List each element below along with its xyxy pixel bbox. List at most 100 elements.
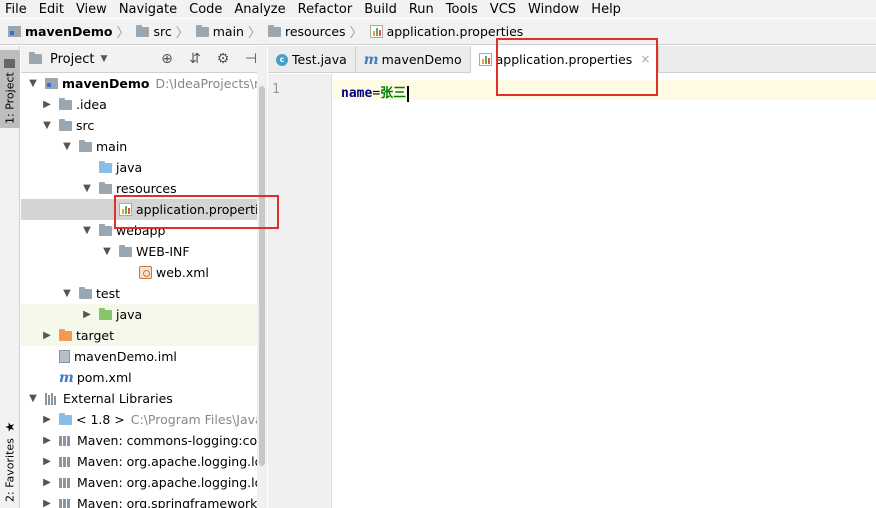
chevron-right-icon[interactable]: ▶: [41, 330, 53, 341]
folder-icon: [136, 24, 150, 37]
tree-node-mavendemo[interactable]: ▼ mavenDemo D:\IdeaProjects\mave: [21, 73, 266, 94]
tree-node-label: mavenDemo.iml: [74, 349, 177, 364]
breadcrumb-item-application-properties[interactable]: application.properties: [369, 24, 523, 39]
tree-node-label: java: [116, 160, 143, 175]
tree-node-maven-lib[interactable]: ▶ Maven: org.apache.logging.log4: [21, 472, 266, 493]
menu-vcs[interactable]: VCS: [490, 2, 516, 17]
resources-folder-icon: [267, 24, 281, 37]
breadcrumb-item-src[interactable]: src 〉: [136, 22, 193, 41]
tree-node-label: java: [116, 307, 143, 322]
tab-label: mavenDemo: [381, 52, 462, 67]
tree-node-path: D:\IdeaProjects\mave: [155, 76, 266, 91]
module-icon: [8, 26, 21, 37]
tree-node-maven-demo-iml[interactable]: ▶ mavenDemo.iml: [21, 346, 266, 367]
menu-navigate[interactable]: Navigate: [119, 2, 177, 17]
tree-node-label: mavenDemo: [62, 76, 150, 91]
chevron-right-icon: 〉: [175, 26, 189, 41]
project-tool-tab[interactable]: 1: Project: [0, 50, 20, 128]
collapse-all-icon[interactable]: ⇵: [187, 51, 203, 67]
tree-node-target[interactable]: ▶ target: [21, 325, 266, 346]
code-line[interactable]: name=张三: [341, 82, 410, 102]
favorites-tool-tab[interactable]: 2: Favorites ★: [0, 406, 20, 506]
chevron-down-icon[interactable]: ▼: [61, 141, 73, 152]
gear-icon[interactable]: ⚙: [215, 51, 231, 67]
chevron-down-icon[interactable]: ▼: [61, 288, 73, 299]
project-view-selector[interactable]: Project: [50, 52, 94, 67]
folder-icon: [59, 118, 72, 131]
chevron-down-icon[interactable]: ▼: [27, 78, 39, 89]
menu-build[interactable]: Build: [364, 2, 397, 17]
tree-node-src[interactable]: ▼ src: [21, 115, 266, 136]
chevron-down-icon[interactable]: ▼: [81, 183, 93, 194]
chevron-right-icon[interactable]: ▶: [41, 477, 53, 488]
tab-test-java[interactable]: c Test.java: [268, 46, 356, 73]
library-icon: [59, 456, 73, 467]
menu-view[interactable]: View: [76, 2, 107, 17]
tree-node-web-inf[interactable]: ▼ WEB-INF: [21, 241, 266, 262]
chevron-right-icon: 〉: [349, 26, 363, 41]
chevron-right-icon: 〉: [247, 26, 261, 41]
folder-icon: [79, 139, 92, 152]
chevron-right-icon[interactable]: ▶: [81, 309, 93, 320]
project-panel-scrollbar[interactable]: [257, 46, 267, 508]
tab-mavendemo[interactable]: m mavenDemo: [356, 46, 471, 73]
library-icon: [59, 477, 73, 488]
menu-edit[interactable]: Edit: [39, 2, 64, 17]
tree-node-maven-lib[interactable]: ▶ Maven: org.springframework:sp: [21, 493, 266, 508]
tree-node-label: target: [76, 328, 115, 343]
chevron-right-icon[interactable]: ▶: [41, 456, 53, 467]
breadcrumb-item-mavendemo[interactable]: mavenDemo 〉: [8, 22, 134, 41]
menu-bar: File Edit View Navigate Code Analyze Ref…: [0, 0, 876, 18]
tree-node-main-java[interactable]: ▶ java: [21, 157, 266, 178]
tree-node-label: .idea: [76, 97, 107, 112]
chevron-right-icon[interactable]: ▶: [41, 99, 53, 110]
menu-help[interactable]: Help: [591, 2, 621, 17]
menu-code[interactable]: Code: [189, 2, 222, 17]
menu-refactor[interactable]: Refactor: [298, 2, 353, 17]
project-tool-tab-label: 1: Project: [3, 72, 17, 124]
menu-analyze[interactable]: Analyze: [234, 2, 285, 17]
code-editor[interactable]: 1 name=张三: [268, 74, 876, 508]
tree-node-test-java[interactable]: ▶ java: [21, 304, 266, 325]
breadcrumb: mavenDemo 〉 src 〉 main 〉 resources 〉 app…: [0, 19, 876, 45]
breadcrumb-item-resources[interactable]: resources 〉: [267, 22, 368, 41]
tree-node-label: pom.xml: [76, 370, 132, 385]
breadcrumb-label: src: [153, 24, 172, 39]
line-gutter: 1: [268, 74, 332, 508]
tree-node-jdk[interactable]: ▶ < 1.8 > C:\Program Files\Java\jd: [21, 409, 266, 430]
chevron-down-icon[interactable]: ▼: [81, 225, 93, 236]
tree-node-external-libraries[interactable]: ▼ External Libraries: [21, 388, 266, 409]
tab-label: Test.java: [292, 52, 347, 67]
chevron-down-icon[interactable]: ▼: [100, 54, 107, 64]
breadcrumb-label: mavenDemo: [25, 24, 113, 39]
tree-node-main[interactable]: ▼ main: [21, 136, 266, 157]
menu-run[interactable]: Run: [409, 2, 434, 17]
tree-node-label: Maven: commons-logging:comm: [77, 433, 267, 448]
tree-node-pom-xml[interactable]: ▶ m pom.xml: [21, 367, 266, 388]
tree-node-label: External Libraries: [63, 391, 173, 406]
menu-tools[interactable]: Tools: [446, 2, 478, 17]
tree-node-maven-lib[interactable]: ▶ Maven: commons-logging:comm: [21, 430, 267, 451]
library-icon: [59, 435, 73, 446]
chevron-right-icon[interactable]: ▶: [41, 498, 53, 508]
menu-window[interactable]: Window: [528, 2, 579, 17]
star-icon: ★: [3, 420, 17, 435]
excluded-folder-icon: [59, 328, 72, 341]
chevron-down-icon[interactable]: ▼: [27, 393, 39, 404]
property-key: name: [341, 86, 373, 101]
scroll-thumb[interactable]: [259, 86, 265, 466]
tree-node-label: test: [96, 286, 121, 301]
text-caret: [407, 85, 410, 102]
tree-node-idea[interactable]: ▶ .idea: [21, 94, 266, 115]
tree-node-test[interactable]: ▼ test: [21, 283, 266, 304]
locate-icon[interactable]: ⊕: [159, 51, 175, 67]
chevron-right-icon[interactable]: ▶: [41, 414, 53, 425]
chevron-down-icon[interactable]: ▼: [101, 246, 113, 257]
chevron-down-icon[interactable]: ▼: [41, 120, 53, 131]
chevron-right-icon[interactable]: ▶: [41, 435, 53, 446]
breadcrumb-item-main[interactable]: main 〉: [195, 22, 266, 41]
tree-node-web-xml[interactable]: ▶ web.xml: [21, 262, 266, 283]
tree-node-label: < 1.8 >: [76, 412, 125, 427]
menu-file[interactable]: File: [5, 2, 27, 17]
tree-node-maven-lib[interactable]: ▶ Maven: org.apache.logging.log4: [21, 451, 266, 472]
